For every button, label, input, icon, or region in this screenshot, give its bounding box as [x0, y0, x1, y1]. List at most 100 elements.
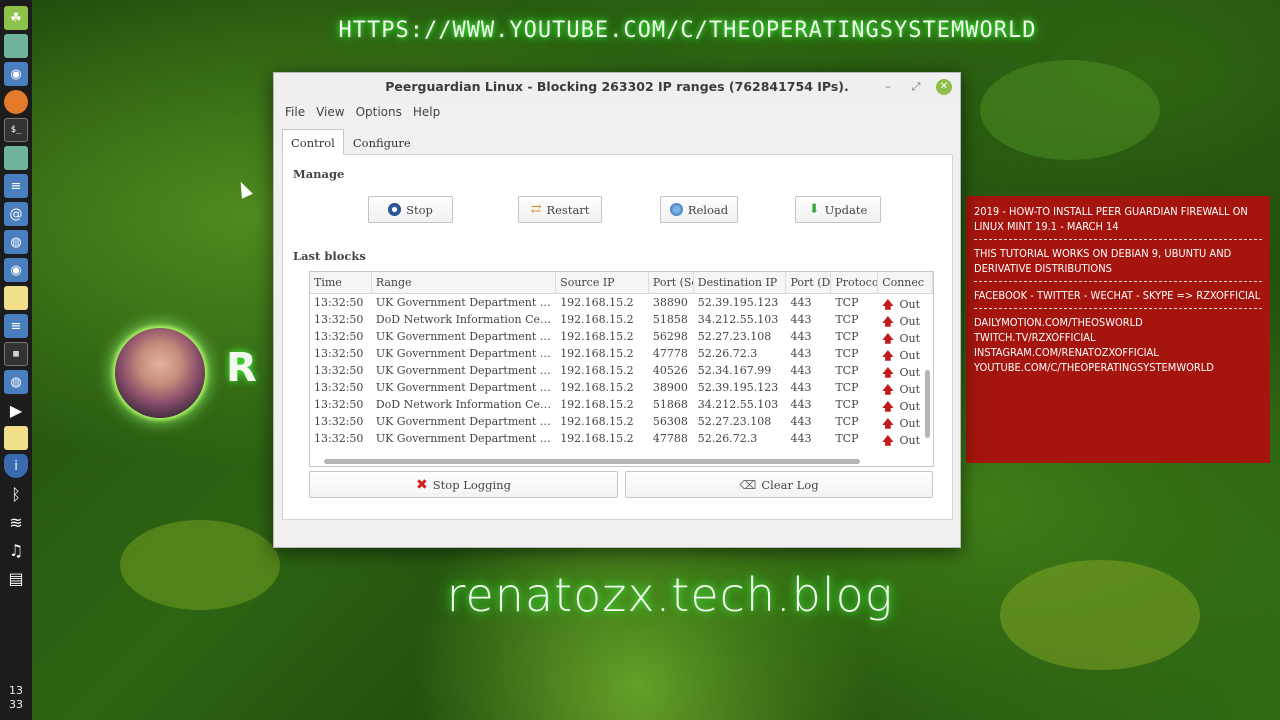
- network-globe-icon[interactable]: ◍: [4, 230, 28, 254]
- table-row[interactable]: 13:32:50 UK Government Department for... 1…: [310, 379, 933, 396]
- cell-destination-port: 443: [790, 313, 812, 326]
- vertical-scroll-thumb[interactable]: [925, 370, 930, 438]
- shield-icon[interactable]: i: [4, 454, 28, 478]
- table-body: 13:32:50 UK Government Department for... 1…: [310, 294, 933, 447]
- col-header-connection[interactable]: Connec: [878, 272, 933, 293]
- menu-options[interactable]: Options: [351, 101, 408, 125]
- terminal-icon[interactable]: $_: [4, 118, 28, 142]
- col-header-destination-ip[interactable]: Destination IP: [694, 272, 787, 293]
- cell-protocol: TCP: [835, 381, 859, 394]
- screenshot-icon[interactable]: ◉: [4, 62, 28, 86]
- cell-source-ip: 192.168.15.2: [560, 296, 634, 309]
- reload-button-label: Reload: [687, 202, 729, 217]
- cell-time: 13:32:50: [314, 313, 364, 326]
- cell-range: UK Government Department for...: [375, 415, 557, 428]
- cell-time: 13:32:50: [314, 364, 364, 377]
- table-row[interactable]: 13:32:50 UK Government Department for... 1…: [310, 413, 933, 430]
- connection-direction: Out: [899, 400, 921, 413]
- video-camera-icon[interactable]: ▶: [4, 398, 28, 422]
- col-header-destination-port[interactable]: Port (D: [786, 272, 832, 293]
- home-folder-icon[interactable]: [4, 146, 28, 170]
- document-icon[interactable]: ≡: [4, 314, 28, 338]
- camera-icon[interactable]: ◉: [4, 258, 28, 282]
- menu-file[interactable]: File: [280, 101, 311, 125]
- menu-bar: File View Options Help: [274, 101, 960, 125]
- cell-protocol: TCP: [835, 364, 859, 377]
- update-button[interactable]: ⬇ Update: [795, 196, 881, 223]
- cell-range: DoD Network Information Cent...: [375, 398, 557, 411]
- tab-bar: Control Configure: [282, 129, 420, 155]
- table-row[interactable]: 13:32:50 DoD Network Information Cent... 1…: [310, 311, 933, 328]
- cell-destination-port: 443: [790, 398, 812, 411]
- info-link-dailymotion: Dailymotion.com/theosworld: [974, 316, 1143, 329]
- col-header-protocol[interactable]: Protoco: [831, 272, 879, 293]
- reload-button[interactable]: Reload: [660, 196, 738, 223]
- stop-logging-button[interactable]: ✖ Stop Logging: [309, 471, 618, 498]
- table-header: Time Range Source IP Port (Sc Destinatio…: [310, 272, 933, 294]
- clear-log-button[interactable]: ⌫ Clear Log: [625, 471, 933, 498]
- connection-direction: Out: [899, 332, 921, 345]
- avatar-app-icon[interactable]: @: [4, 202, 28, 226]
- clear-log-label: Clear Log: [761, 477, 819, 492]
- text-editor-icon[interactable]: ≡: [4, 174, 28, 198]
- cell-destination-port: 443: [790, 381, 812, 394]
- col-header-source-ip[interactable]: Source IP: [556, 272, 649, 293]
- cell-range: UK Government Department for...: [375, 330, 557, 343]
- tab-configure[interactable]: Configure: [344, 129, 420, 155]
- info-compat-note: This tutorial works on Debian 9, Ubuntu …: [974, 247, 1232, 275]
- minimize-icon[interactable]: –: [880, 79, 896, 95]
- cell-destination-port: 443: [790, 364, 812, 377]
- firefox-icon[interactable]: [4, 90, 28, 114]
- table-row[interactable]: 13:32:50 UK Government Department for... 1…: [310, 328, 933, 345]
- title-bar[interactable]: Peerguardian Linux - Blocking 263302 IP …: [274, 73, 960, 101]
- stop-button[interactable]: Stop: [368, 196, 453, 223]
- globe-icon[interactable]: ◍: [4, 370, 28, 394]
- files-folder-icon[interactable]: [4, 34, 28, 58]
- bluetooth-icon[interactable]: ᛒ: [4, 482, 28, 506]
- stop-button-label: Stop: [406, 202, 433, 217]
- cell-destination-ip: 52.26.72.3: [697, 432, 758, 445]
- table-row[interactable]: 13:32:50 UK Government Department for... 1…: [310, 362, 933, 379]
- reload-icon: [669, 203, 683, 216]
- outbound-arrow-icon: 🡅: [882, 349, 894, 362]
- outbound-arrow-icon: 🡅: [882, 298, 894, 311]
- last-blocks-section-label: Last blocks: [293, 249, 366, 263]
- outbound-arrow-icon: 🡅: [882, 332, 894, 345]
- workspace-switcher-icon[interactable]: ▦: [4, 342, 28, 366]
- connection-direction: Out: [899, 383, 921, 396]
- notes-icon[interactable]: [4, 426, 28, 450]
- maximize-icon[interactable]: ⤢: [908, 79, 924, 95]
- cell-range: UK Government Department for...: [375, 347, 557, 360]
- horizontal-scrollbar[interactable]: [310, 457, 933, 466]
- cell-protocol: TCP: [835, 347, 859, 360]
- clipboard-icon[interactable]: ▤: [4, 566, 28, 590]
- cell-destination-port: 443: [790, 296, 812, 309]
- table-row[interactable]: 13:32:50 UK Government Department for... 1…: [310, 294, 933, 311]
- cell-destination-ip: 52.34.167.99: [697, 364, 772, 377]
- menu-help[interactable]: Help: [408, 101, 446, 125]
- music-icon[interactable]: ♫: [4, 538, 28, 562]
- cell-source-port: 47788: [652, 432, 688, 445]
- clock[interactable]: 13 33: [0, 684, 32, 712]
- vertical-scrollbar[interactable]: [924, 294, 932, 462]
- table-row[interactable]: 13:32:50 UK Government Department for... 1…: [310, 345, 933, 362]
- wifi-icon[interactable]: ≋: [4, 510, 28, 534]
- clock-hour: 13: [9, 684, 23, 697]
- menu-view[interactable]: View: [311, 101, 350, 125]
- cell-source-port: 51858: [652, 313, 688, 326]
- download-arrow-icon: ⬇: [808, 202, 820, 217]
- mint-menu-icon[interactable]: ☘: [4, 6, 28, 30]
- col-header-source-port[interactable]: Port (Sc: [649, 272, 694, 293]
- wallpaper-splat: [120, 520, 280, 610]
- table-row[interactable]: 13:32:50 UK Government Department for... 1…: [310, 430, 933, 447]
- table-row[interactable]: 13:32:50 DoD Network Information Cent... 1…: [310, 396, 933, 413]
- last-blocks-table[interactable]: Time Range Source IP Port (Sc Destinatio…: [309, 271, 934, 467]
- restart-button[interactable]: ⇄ Restart: [518, 196, 602, 223]
- tab-control[interactable]: Control: [282, 129, 344, 155]
- horizontal-scroll-thumb[interactable]: [324, 459, 860, 464]
- youtube-url-banner: HTTPS://WWW.YOUTUBE.COM/C/THEOPERATINGSY…: [338, 18, 1037, 43]
- col-header-range[interactable]: Range: [372, 272, 557, 293]
- close-icon[interactable]: ✕: [936, 79, 952, 95]
- col-header-time[interactable]: Time: [310, 272, 372, 293]
- sticky-note-icon[interactable]: [4, 286, 28, 310]
